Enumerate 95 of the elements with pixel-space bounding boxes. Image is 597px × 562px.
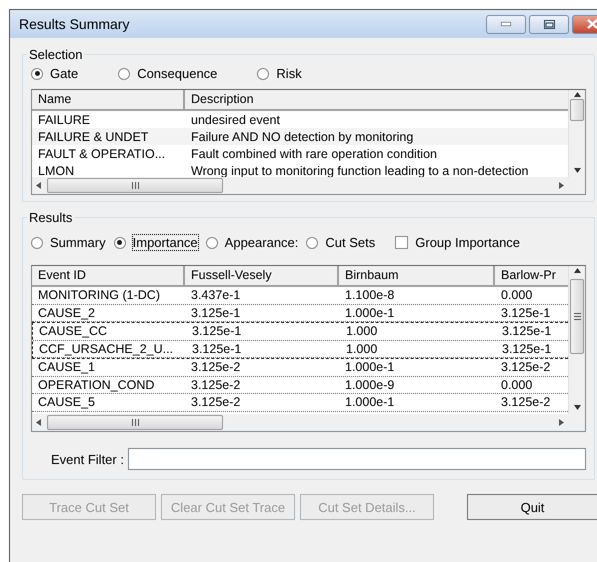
table-cell-text: 3.437e-1 [190,288,242,302]
grip-icon [132,419,138,426]
table-cell-text: 1.100e-8 [344,288,396,302]
table-cell-text: 3.125e-1 [501,342,552,356]
table-cell-text: FAILURE [37,112,92,126]
radio-icon[interactable] [306,236,318,248]
table-cell-text: 3.125e-2 [500,360,552,374]
column-header[interactable]: Birnbaum [339,266,495,285]
list-row[interactable]: CCF_URSACHE_2_U... 3.125e-1 1.000 3.125e-1 [33,340,568,358]
table-cell-text: CAUSE_CC [38,324,108,338]
push-button[interactable]: Quit [467,494,597,520]
column-header[interactable]: Event ID [32,266,185,285]
checkbox-option[interactable]: Group Importance [395,235,520,250]
column-header[interactable]: Barlow-Pr [495,266,568,285]
group-label: Results [28,210,74,225]
list-row[interactable]: CAUSE_1 3.125e-2 1.000e-1 3.125e-2 [32,359,568,376]
scroll-up-icon[interactable] [574,92,580,97]
table-cell-text: 3.125e-1 [501,324,552,338]
list-row[interactable]: FAILURE & UNDET Failure AND NO detection by monitoring [32,128,568,145]
table-cell-text: 3.125e-1 [191,342,242,356]
radio-icon[interactable] [31,68,43,80]
horizontal-scrollbar[interactable] [32,177,568,194]
field-label: Event Filter : [51,452,124,466]
horizontal-scrollbar[interactable] [32,414,568,431]
scroll-left-icon[interactable] [36,182,41,189]
table-cell-text: 3.125e-1 [500,306,552,320]
radio-option[interactable]: Risk [257,66,302,81]
radio-option[interactable]: Cut Sets [306,235,376,250]
column-header[interactable]: Fussell-Vesely [185,266,339,285]
radio-option[interactable]: Consequence [118,66,218,81]
radio-option[interactable]: Summary [31,235,106,250]
table-cell-text: CAUSE_1 [37,360,96,374]
table-cell-text: MONITORING (1-DC) [37,288,161,302]
table-cell-text: Failure AND NO detection by monitoring [190,130,414,144]
scroll-thumb[interactable] [47,178,223,193]
table-cell-text: 1.000 [345,324,378,338]
table-cell-text: FAULT & OPERATIO... [37,146,166,160]
scroll-up-icon[interactable] [574,268,580,273]
table-cell-text: LMON [37,164,76,177]
minimize-icon [501,22,511,26]
table-cell-text: 1.000e-1 [344,395,396,410]
window-title: Results Summary [19,16,130,32]
table-cell-text: OPERATION_COND [37,378,156,392]
vertical-scrollbar[interactable] [568,90,585,177]
radio-option[interactable]: Gate [31,66,78,81]
scroll-left-icon[interactable] [36,419,41,426]
maximize-button[interactable] [529,14,569,34]
grip-icon [574,313,580,320]
event-filter-field[interactable] [128,448,586,470]
scroll-right-icon[interactable] [559,419,564,426]
radio-option[interactable]: Importance [114,235,198,250]
table-cell-text: Fault combined with rare operation condition [190,146,438,160]
radio-icon[interactable] [114,236,126,248]
scroll-down-icon[interactable] [574,405,580,410]
table-cell-text: 3.125e-1 [190,306,242,320]
scroll-thumb[interactable] [570,99,584,121]
scroll-down-icon[interactable] [574,168,580,173]
radio-icon[interactable] [31,236,43,248]
table-cell-text: 1.000e-1 [344,360,396,374]
list-row[interactable]: OPERATION_COND 3.125e-2 1.000e-9 0.000 [32,376,568,394]
list-row[interactable]: CAUSE_CC 3.125e-1 1.000 3.125e-1 [33,323,568,340]
radio-icon[interactable] [118,68,130,80]
table-cell-text: 3.125e-2 [190,378,242,392]
column-header[interactable]: Name [32,90,185,109]
scroll-thumb[interactable] [570,279,584,354]
table-cell-text: 3.125e-2 [190,360,242,374]
table-cell-text: FAILURE & UNDET [37,130,150,144]
list-row[interactable]: MONITORING (1-DC) 3.437e-1 1.100e-8 0.000 [32,287,568,304]
table-cell-text: 0.000 [500,288,534,302]
checkbox[interactable] [395,236,408,249]
table-cell-text: Wrong input to monitoring function leading to a non-detection [190,164,530,177]
table-cell-text: 0.000 [500,378,534,392]
table-cell-text: undesired event [190,112,281,126]
table-cell-text: 3.125e-2 [500,395,552,410]
radio-icon[interactable] [206,236,218,248]
table-cell-text: 1.000e-9 [344,378,396,392]
vertical-scrollbar[interactable] [568,266,585,414]
table-cell-text: CCF_URSACHE_2_U... [38,342,174,356]
scroll-right-icon[interactable] [559,182,564,189]
radio-icon[interactable] [257,68,270,80]
table-cell-text: 1.000e-1 [344,306,396,320]
maximize-icon [544,20,554,28]
table-cell-text: CAUSE_2 [37,306,96,320]
group-label: Selection [28,47,84,62]
table-cell-text: CAUSE_5 [37,395,96,410]
grip-icon [132,182,138,189]
table-cell-text: 1.000 [345,342,378,356]
table-cell-text: 3.125e-2 [190,395,242,410]
column-header[interactable]: Description [185,90,568,109]
table-cell-text: 3.125e-1 [191,324,242,338]
list-row[interactable]: CAUSE_5 3.125e-2 1.000e-1 3.125e-2 [32,394,568,412]
scroll-thumb[interactable] [47,415,223,430]
radio-option[interactable]: Appearance: [206,235,298,250]
list-row[interactable]: CAUSE_2 3.125e-1 1.000e-1 3.125e-1 [32,304,568,322]
close-icon [586,19,597,29]
